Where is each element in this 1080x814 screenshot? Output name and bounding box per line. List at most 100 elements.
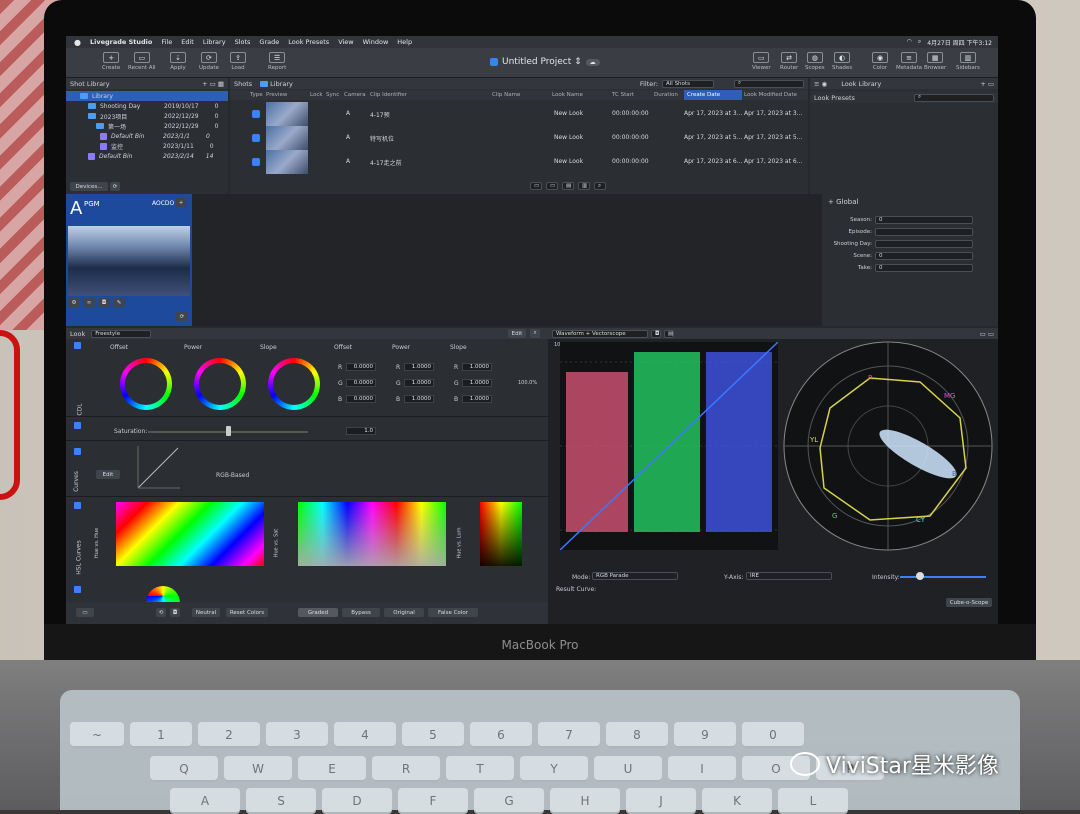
tree-item-library[interactable]: Library (66, 91, 228, 101)
take-field[interactable]: 0 (875, 264, 973, 272)
hue-vs-hue-graph[interactable] (116, 502, 264, 566)
key[interactable]: ~ (70, 722, 124, 748)
sidebars-button[interactable]: ▥ Sidebars (956, 52, 980, 71)
mode-dropdown[interactable]: RGB Parade (592, 572, 678, 580)
cube-o-scope-button[interactable]: Cube-o-Scope (946, 598, 992, 607)
key[interactable]: 2 (198, 722, 260, 748)
graded-button[interactable]: Graded (298, 608, 338, 617)
table-row[interactable]: A 4-17预 New Look 00:00:00:00 Apr 17, 202… (230, 102, 808, 126)
menu-grade[interactable]: Grade (259, 38, 279, 46)
col-sync[interactable]: Sync (326, 92, 339, 98)
extra-enable-checkbox[interactable] (74, 586, 81, 593)
col-look-name[interactable]: Look Name (552, 92, 583, 98)
false-color-button[interactable]: False Color (428, 608, 478, 617)
key[interactable]: T (446, 756, 514, 782)
zoom-icon[interactable]: ⌕ (530, 329, 540, 338)
search-icon[interactable]: ⌕ (918, 38, 921, 47)
episode-field[interactable] (875, 228, 973, 236)
hue-vs-lum-graph[interactable] (480, 502, 522, 566)
look-mode-dropdown[interactable]: Freestyle (91, 329, 152, 338)
yaxis-dropdown[interactable]: IRE (746, 572, 832, 580)
tree-item[interactable]: Shooting Day 2019/10/17 0 (66, 101, 228, 111)
key[interactable]: 3 (266, 722, 328, 748)
brush-icon[interactable]: ✎ (113, 298, 125, 307)
load-button[interactable]: ⇪ Load (230, 52, 246, 71)
hue-vs-sat-graph[interactable] (298, 502, 446, 566)
slope-wheel[interactable] (268, 358, 320, 410)
list-view-icon[interactable]: ▭ (530, 182, 542, 190)
power-g-field[interactable]: 1.0000 (404, 379, 434, 387)
scope-type-dropdown[interactable]: Waveform + Vectorscope (552, 329, 648, 338)
wifi-icon[interactable]: ◠ (907, 38, 912, 47)
menu-edit[interactable]: Edit (181, 38, 194, 46)
menu-file[interactable]: File (161, 38, 172, 46)
key[interactable]: Q (150, 756, 218, 782)
settings-icon[interactable]: ▤ (664, 329, 674, 338)
add-look-icon[interactable]: + ▭ (980, 80, 998, 88)
hsl-enable-checkbox[interactable] (74, 502, 81, 509)
col-look-modified-date[interactable]: Look Modified Date (744, 92, 797, 98)
look-search-input[interactable]: ⌕ (914, 93, 994, 102)
intensity-slider[interactable] (900, 576, 986, 578)
key[interactable]: E (298, 756, 366, 782)
create-button[interactable]: + Create (102, 52, 120, 71)
add-monitor-icon[interactable]: + (176, 198, 186, 207)
season-field[interactable]: 0 (875, 216, 973, 224)
key[interactable]: Y (520, 756, 588, 782)
offset-b-field[interactable]: 0.0000 (346, 395, 376, 403)
layout-icon[interactable]: ▭ ▭ (980, 330, 998, 338)
shades-button[interactable]: ◐ Shades (832, 52, 852, 71)
saturation-enable-checkbox[interactable] (74, 422, 81, 429)
panel-icon[interactable]: ▭ (76, 608, 94, 617)
apply-button[interactable]: ⇣ Apply (170, 52, 186, 71)
slope-b-field[interactable]: 1.0000 (462, 395, 492, 403)
zoom-icon[interactable]: ⌕ (594, 182, 606, 190)
key[interactable]: K (702, 788, 772, 814)
key[interactable]: 6 (470, 722, 532, 748)
undo-icon[interactable]: ⟲ (156, 608, 166, 617)
key[interactable]: 5 (402, 722, 464, 748)
col-clip-identifier[interactable]: Clip Identifier (370, 92, 407, 98)
scopes-button[interactable]: ◍ Scopes (805, 52, 825, 71)
look-edit-button[interactable]: Edit (508, 329, 526, 338)
export-icon[interactable]: ▥ (578, 182, 590, 190)
curve-graph[interactable] (136, 446, 180, 490)
key[interactable]: A (170, 788, 240, 814)
clock[interactable]: 4月27日 周四 下午3:12 (927, 38, 992, 47)
offset-wheel[interactable] (120, 358, 172, 410)
col-lock[interactable]: Lock (310, 92, 323, 98)
neutral-button[interactable]: Neutral (192, 608, 220, 617)
power-b-field[interactable]: 1.0000 (404, 395, 434, 403)
slope-g-field[interactable]: 1.0000 (462, 379, 492, 387)
col-preview[interactable]: Preview (266, 92, 287, 98)
slope-r-field[interactable]: 1.0000 (462, 363, 492, 371)
key[interactable]: W (224, 756, 292, 782)
col-duration[interactable]: Duration (654, 92, 678, 98)
gear-icon[interactable]: ⚙ (68, 298, 80, 307)
metadata-button[interactable]: ≡ Metadata (896, 52, 922, 71)
color-button[interactable]: ◉ Color (872, 52, 888, 71)
key[interactable]: 7 (538, 722, 600, 748)
reset-colors-button[interactable]: Reset Colors (226, 608, 268, 617)
key[interactable]: H (550, 788, 620, 814)
key[interactable]: 1 (130, 722, 192, 748)
devices-button[interactable]: Devices... (70, 182, 108, 191)
recent-all-button[interactable]: ▭ Recent All (128, 52, 156, 71)
refresh-icon[interactable]: ⟳ (110, 182, 120, 191)
reload-icon[interactable]: ⟳ (176, 312, 188, 321)
key[interactable]: 0 (742, 722, 804, 748)
key[interactable]: S (246, 788, 316, 814)
col-clip-name[interactable]: Clip Name (492, 92, 520, 98)
offset-r-field[interactable]: 0.0000 (346, 363, 376, 371)
list-icon[interactable]: ≡ ◉ (814, 80, 827, 88)
save-icon[interactable]: ▤ (562, 182, 574, 190)
router-button[interactable]: ⇄ Router (780, 52, 798, 71)
saturation-handle[interactable] (226, 426, 231, 436)
link-icon[interactable]: ∞ (83, 298, 95, 307)
menu-slots[interactable]: Slots (235, 38, 251, 46)
key[interactable]: U (594, 756, 662, 782)
search-input[interactable]: ⌕ (734, 79, 804, 88)
key[interactable]: 4 (334, 722, 396, 748)
key[interactable]: L (778, 788, 848, 814)
menu-window[interactable]: Window (363, 38, 389, 46)
